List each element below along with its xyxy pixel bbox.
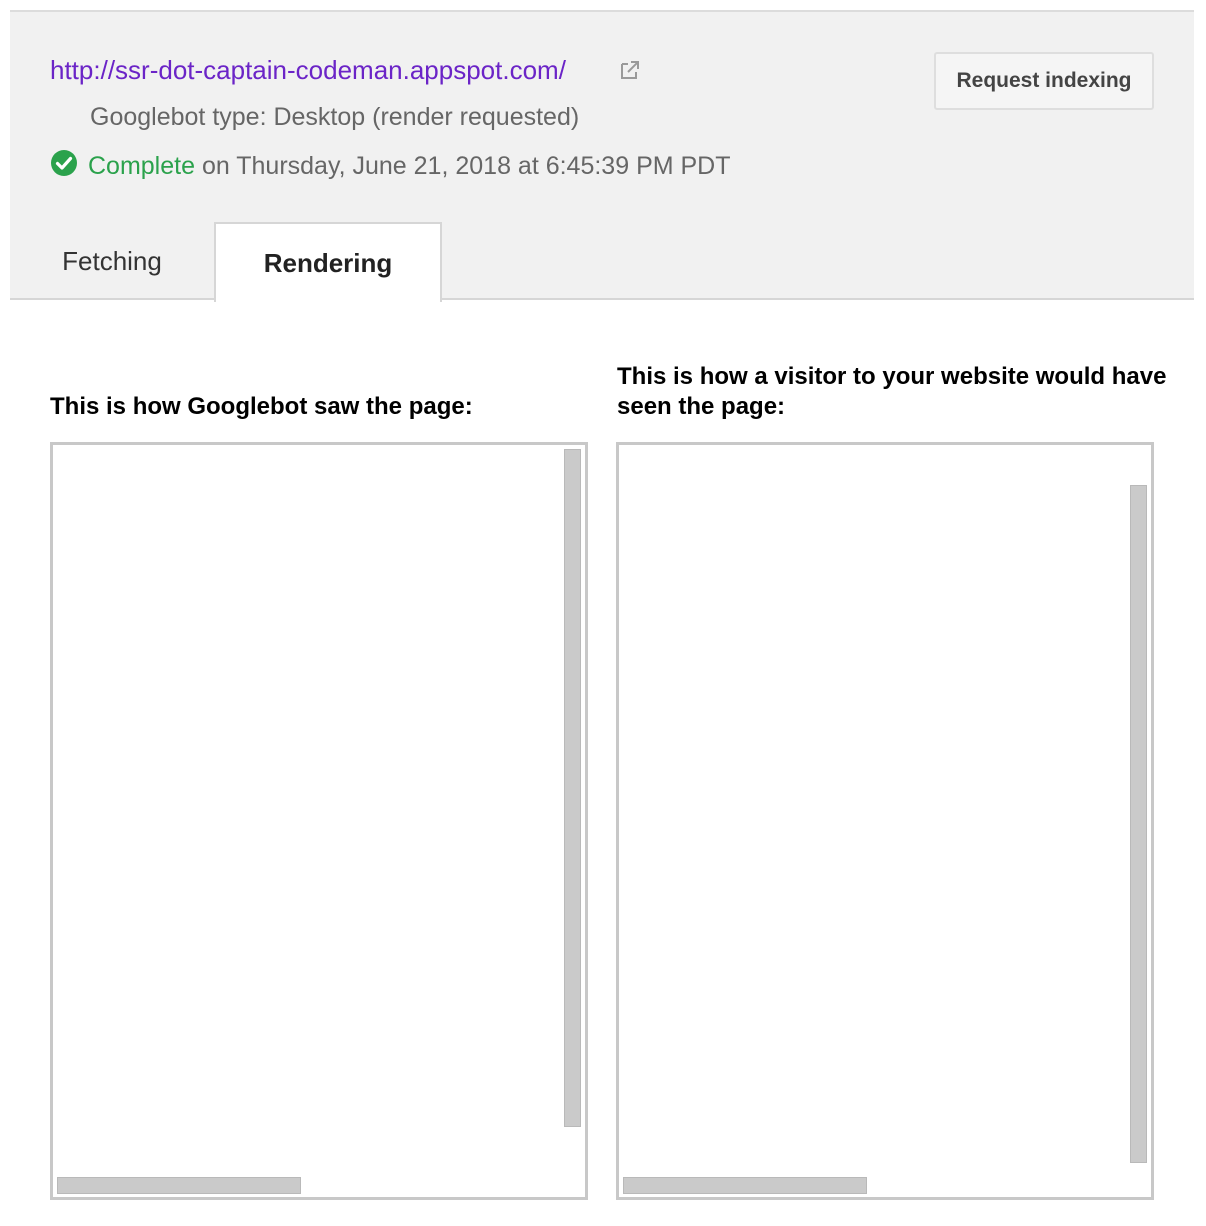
fetch-status: Complete on Thursday, June 21, 2018 at 6… [50, 149, 731, 181]
googlebot-render-frame[interactable] [50, 442, 588, 1200]
fetch-result-header: http://ssr-dot-captain-codeman.appspot.c… [10, 10, 1194, 302]
visitor-view-heading: This is how a visitor to your website wo… [617, 363, 1167, 420]
check-circle-icon [50, 149, 78, 177]
external-link-icon[interactable] [618, 58, 642, 82]
visitor-render-frame[interactable] [616, 442, 1154, 1200]
googlebot-view-heading: This is how Googlebot saw the page: [50, 393, 473, 420]
googlebot-type: Googlebot type: Desktop (render requeste… [90, 103, 580, 131]
fetched-url-link[interactable]: http://ssr-dot-captain-codeman.appspot.c… [50, 54, 566, 86]
tab-fetching[interactable]: Fetching [10, 222, 214, 300]
horizontal-scrollbar[interactable] [57, 1177, 301, 1194]
vertical-scrollbar[interactable] [1130, 485, 1147, 1163]
horizontal-scrollbar[interactable] [623, 1177, 867, 1194]
tab-rendering[interactable]: Rendering [214, 222, 442, 302]
status-timestamp: on Thursday, June 21, 2018 at 6:45:39 PM… [195, 152, 731, 180]
request-indexing-button[interactable]: Request indexing [934, 52, 1154, 110]
vertical-scrollbar[interactable] [564, 449, 581, 1127]
status-complete-label: Complete [88, 152, 195, 180]
